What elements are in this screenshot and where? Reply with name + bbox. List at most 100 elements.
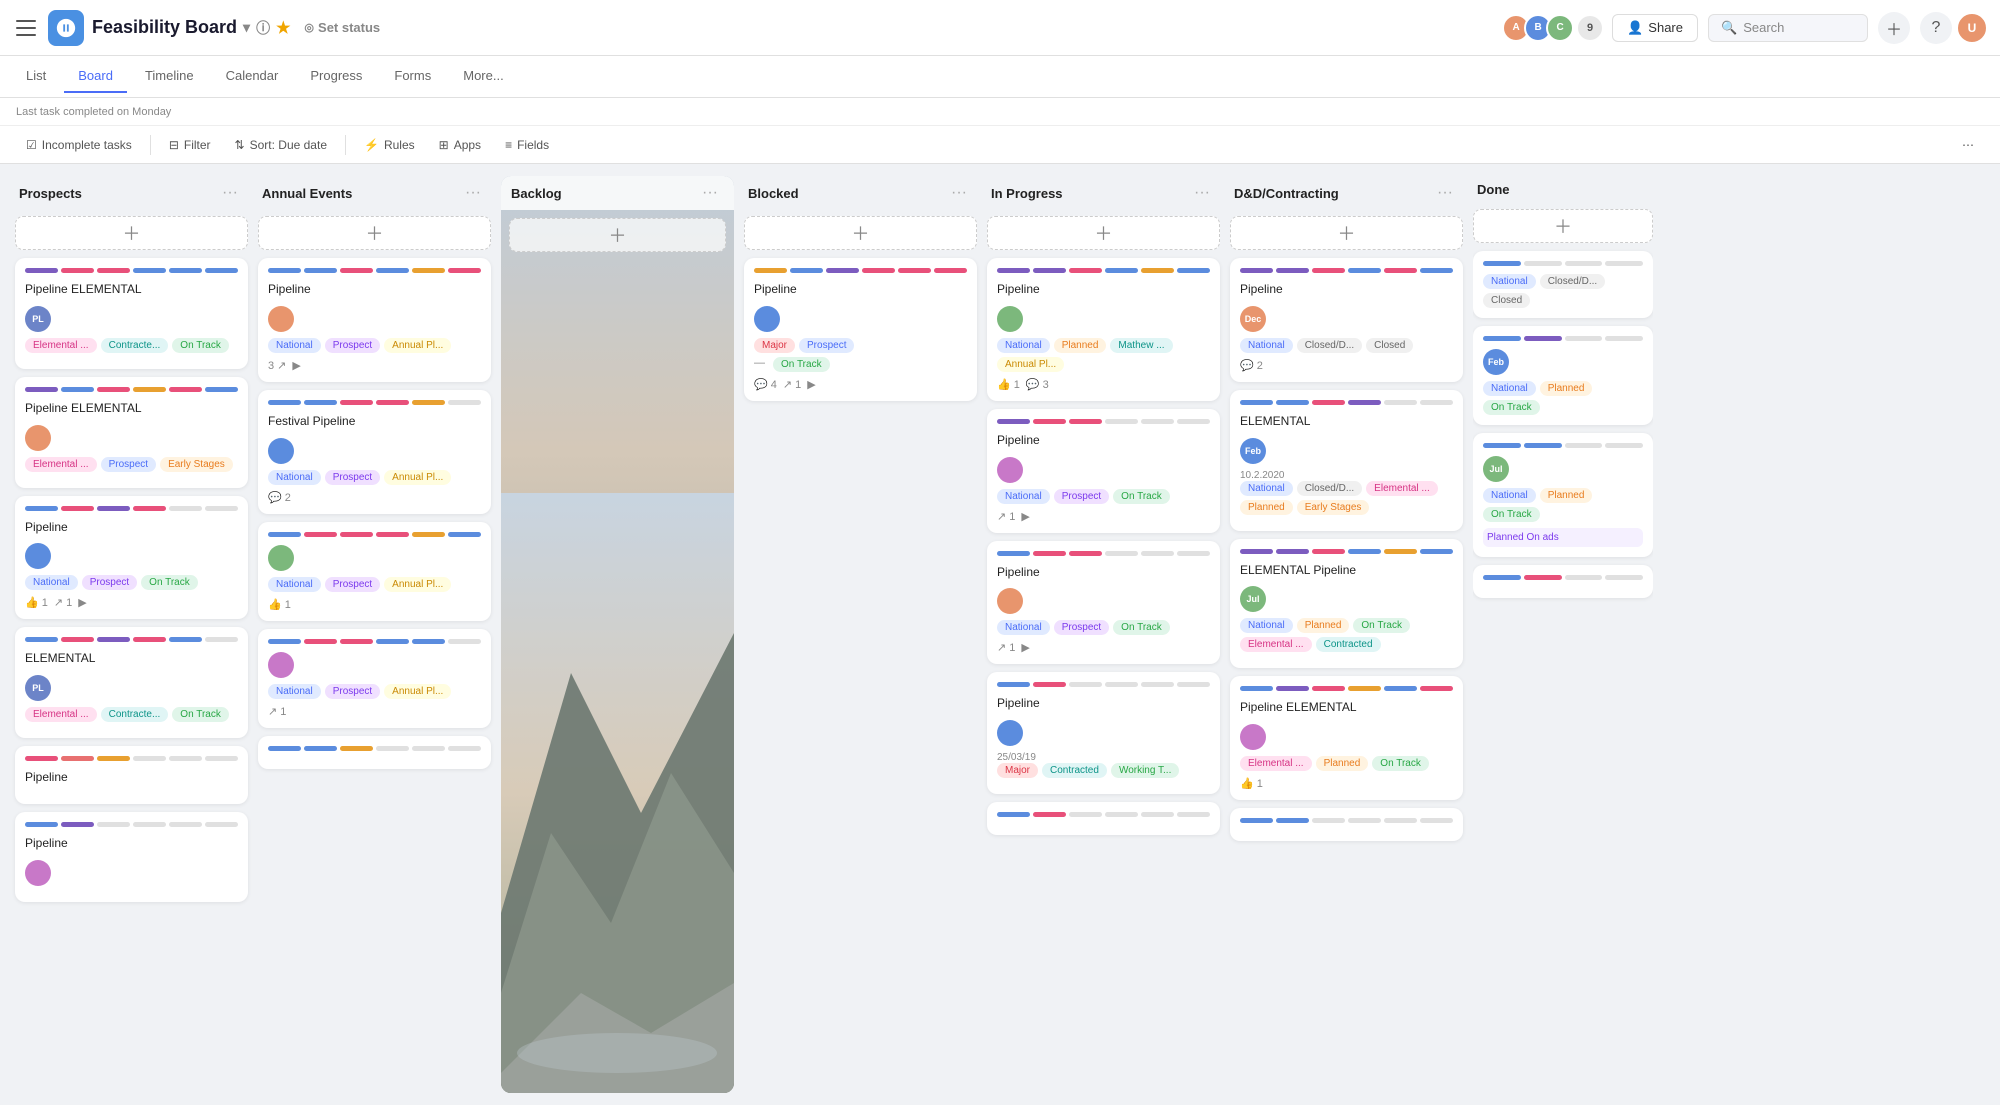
- set-status-btn[interactable]: ◎ Set status: [304, 20, 380, 35]
- color-dot: [1312, 268, 1345, 273]
- tab-progress[interactable]: Progress: [296, 60, 376, 93]
- column-done: Done ＋ National Closed/D... Closed: [1473, 176, 1653, 1093]
- card[interactable]: ELEMENTAL Pipeline Jul National Planned …: [1230, 539, 1463, 669]
- filter-btn[interactable]: ⊟ Filter: [159, 134, 221, 156]
- tag: Elemental ...: [25, 338, 97, 353]
- column-header-in-progress: In Progress ···: [987, 176, 1220, 210]
- card[interactable]: ELEMENTAL PL Elemental ... Contracte... …: [15, 627, 248, 738]
- card[interactable]: Pipeline National Prospect On Track ↗ 1 …: [987, 541, 1220, 665]
- tab-board[interactable]: Board: [64, 60, 127, 93]
- color-dot: [1033, 551, 1066, 556]
- tag: Prospect: [325, 684, 380, 699]
- color-dot: [862, 268, 895, 273]
- card[interactable]: Pipeline Dec National Closed/D... Closed…: [1230, 258, 1463, 382]
- tab-list[interactable]: List: [12, 60, 60, 93]
- card[interactable]: National Prospect Annual Pl... ↗ 1: [258, 629, 491, 728]
- column-more-dnd[interactable]: ···: [1431, 182, 1459, 204]
- color-dot: [1565, 443, 1603, 448]
- column-more-in-progress[interactable]: ···: [1188, 182, 1216, 204]
- column-more-prospects[interactable]: ···: [216, 182, 244, 204]
- card-title: Pipeline: [997, 695, 1210, 712]
- card[interactable]: Pipeline: [15, 812, 248, 902]
- tag: Major: [997, 763, 1038, 778]
- fields-btn[interactable]: ≡ Fields: [495, 134, 559, 156]
- tag: Closed: [1483, 293, 1530, 308]
- card-tags: National Prospect Annual Pl...: [268, 470, 481, 485]
- color-dot: [1069, 268, 1102, 273]
- card[interactable]: Pipeline 25/03/19 Major Contracted Worki…: [987, 672, 1220, 794]
- color-dot: [412, 400, 445, 405]
- column-more-annual[interactable]: ···: [459, 182, 487, 204]
- rules-btn[interactable]: ⚡ Rules: [354, 134, 425, 156]
- card-tags: National Closed/D... Closed: [1483, 274, 1643, 308]
- card-avatar: [997, 306, 1023, 332]
- tab-calendar[interactable]: Calendar: [212, 60, 293, 93]
- card[interactable]: [1230, 808, 1463, 841]
- apps-btn[interactable]: ⊞ Apps: [429, 134, 491, 156]
- star-icon[interactable]: ★: [276, 18, 290, 38]
- color-dot: [133, 506, 166, 511]
- more-options-btn[interactable]: ⋯: [1952, 134, 1984, 156]
- add-button[interactable]: ＋: [1878, 12, 1910, 44]
- column-more-backlog[interactable]: ···: [696, 182, 724, 204]
- sort-btn[interactable]: ⇅ Sort: Due date: [225, 134, 337, 156]
- column-add-dnd[interactable]: ＋: [1230, 216, 1463, 250]
- card[interactable]: [258, 736, 491, 769]
- card[interactable]: Pipeline: [15, 746, 248, 804]
- card-footer: 👍 1: [1240, 777, 1453, 790]
- column-add-in-progress[interactable]: ＋: [987, 216, 1220, 250]
- card[interactable]: National Closed/D... Closed: [1473, 251, 1653, 318]
- card[interactable]: Pipeline National Prospect On Track ↗ 1 …: [987, 409, 1220, 533]
- card[interactable]: Feb National Planned On Track: [1473, 326, 1653, 425]
- column-more-blocked[interactable]: ···: [945, 182, 973, 204]
- column-add-backlog[interactable]: ＋: [509, 218, 726, 252]
- card[interactable]: Pipeline ELEMENTAL Elemental ... Prospec…: [15, 377, 248, 488]
- color-dot: [1141, 419, 1174, 424]
- column-add-done[interactable]: ＋: [1473, 209, 1653, 243]
- column-add-prospects[interactable]: ＋: [15, 216, 248, 250]
- toolbar: ☑ Incomplete tasks ⊟ Filter ⇅ Sort: Due …: [0, 126, 2000, 164]
- column-add-annual[interactable]: ＋: [258, 216, 491, 250]
- search-box[interactable]: 🔍 Search: [1708, 14, 1868, 42]
- card[interactable]: ELEMENTAL Feb 10.2.2020 National Closed/…: [1230, 390, 1463, 531]
- card-footer: 💬 2: [268, 491, 481, 504]
- tag: National: [1240, 338, 1293, 353]
- color-dot: [1384, 400, 1417, 405]
- tab-more[interactable]: More...: [449, 60, 517, 93]
- incomplete-tasks-btn[interactable]: ☑ Incomplete tasks: [16, 134, 142, 156]
- title-chevron-icon[interactable]: ▾: [243, 19, 250, 36]
- footer-likes: 👍 1: [268, 598, 291, 611]
- card-color-bar: [997, 268, 1210, 273]
- color-dot: [97, 268, 130, 273]
- tab-forms[interactable]: Forms: [380, 60, 445, 93]
- column-prospects: Prospects ··· ＋ Pipeline ELEMENTAL PL El…: [15, 176, 248, 1093]
- card[interactable]: National Prospect Annual Pl... 👍 1: [258, 522, 491, 621]
- color-dot: [340, 532, 373, 537]
- card[interactable]: Jul National Planned On Track Planned On…: [1473, 433, 1653, 557]
- card-tags: National Closed/D... Elemental ... Plann…: [1240, 481, 1453, 515]
- share-button[interactable]: 👤 Share: [1612, 14, 1698, 42]
- card[interactable]: Pipeline National Prospect On Track 👍 1 …: [15, 496, 248, 620]
- card[interactable]: Pipeline ELEMENTAL Elemental ... Planned…: [1230, 676, 1463, 800]
- card-color-bar: [1240, 818, 1453, 823]
- card[interactable]: [987, 802, 1220, 835]
- color-dot: [448, 746, 481, 751]
- column-add-blocked[interactable]: ＋: [744, 216, 977, 250]
- tab-timeline[interactable]: Timeline: [131, 60, 208, 93]
- hamburger-menu[interactable]: [12, 14, 40, 42]
- card[interactable]: Festival Pipeline National Prospect Annu…: [258, 390, 491, 514]
- filter-icon: ⊟: [169, 138, 179, 152]
- card[interactable]: [1473, 565, 1653, 598]
- color-dot: [412, 268, 445, 273]
- card[interactable]: Pipeline National Prospect Annual Pl... …: [258, 258, 491, 382]
- column-title-prospects: Prospects: [19, 186, 216, 201]
- column-header-prospects: Prospects ···: [15, 176, 248, 210]
- card[interactable]: Pipeline ELEMENTAL PL Elemental ... Cont…: [15, 258, 248, 369]
- user-avatar[interactable]: U: [1956, 12, 1988, 44]
- color-dot: [61, 268, 94, 273]
- help-button[interactable]: ?: [1920, 12, 1952, 44]
- card[interactable]: Pipeline Major Prospect — On Track 💬 4 ↗…: [744, 258, 977, 401]
- card[interactable]: Pipeline National Planned Mathew ... Ann…: [987, 258, 1220, 401]
- board-area: Prospects ··· ＋ Pipeline ELEMENTAL PL El…: [0, 164, 2000, 1105]
- card-title: Pipeline: [25, 769, 238, 786]
